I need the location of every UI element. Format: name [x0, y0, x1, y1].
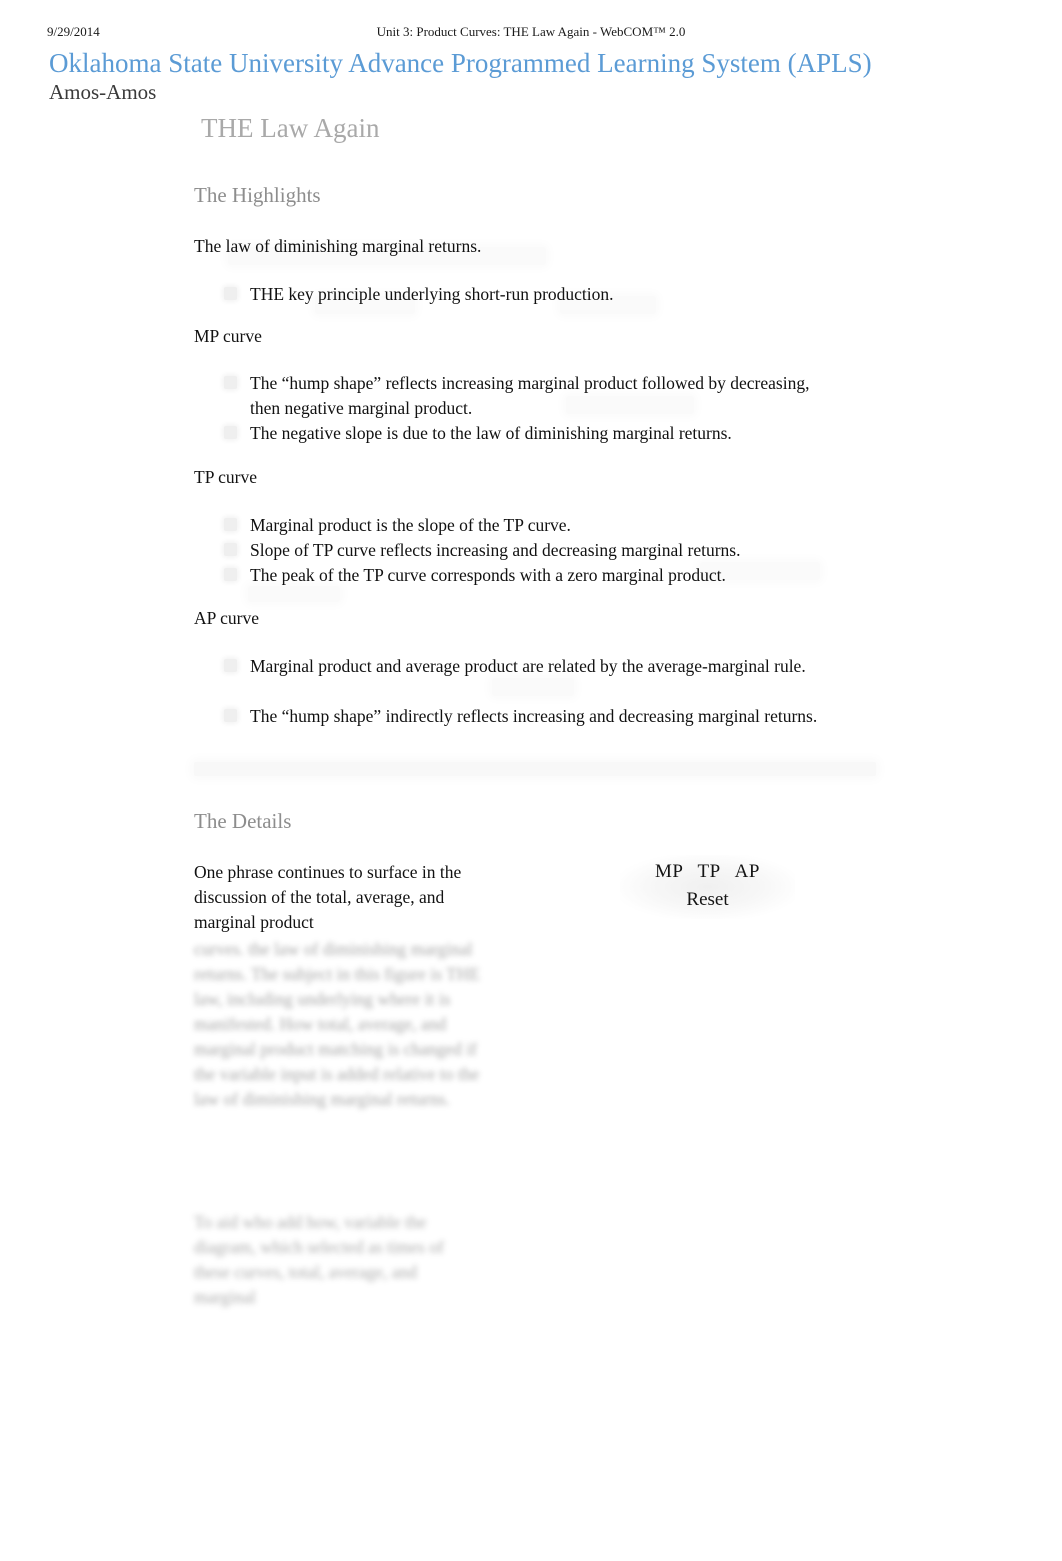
bullet-icon	[224, 543, 237, 556]
print-header: 9/29/2014 Unit 3: Product Curves: THE La…	[0, 24, 1062, 42]
curve-controls: MP TP AP Reset	[620, 855, 795, 919]
group-label-tp-curve: TP curve	[194, 467, 258, 487]
tp-button[interactable]: TP	[697, 861, 720, 882]
list-item-label: The “hump shape” reflects increasing mar…	[250, 373, 810, 418]
site-title: Oklahoma State University Advance Progra…	[49, 48, 872, 78]
mp-button[interactable]: MP	[655, 861, 683, 882]
list-item: THE key principle underlying short-run p…	[224, 282, 850, 307]
bullet-icon	[224, 709, 237, 722]
highlights-lead-text: The law of diminishing marginal returns.	[194, 236, 482, 256]
section-heading-highlights: The Highlights	[194, 183, 321, 207]
list-item: The peak of the TP curve corresponds wit…	[224, 563, 830, 588]
bullet-icon	[224, 518, 237, 531]
group-label-mp-curve: MP curve	[194, 326, 262, 346]
details-paragraph-blurred: curves. the law of diminishing marginal …	[194, 939, 481, 1109]
bullet-icon	[224, 659, 237, 672]
list-item-label: The negative slope is due to the law of …	[250, 423, 732, 443]
ghost-band-tp-2	[248, 586, 340, 602]
print-header-title: Unit 3: Product Curves: THE Law Again - …	[376, 24, 686, 39]
page-title: THE Law Again	[201, 113, 380, 143]
list-item-label: Marginal product and average product are…	[250, 656, 806, 676]
list-item-label: The “hump shape” indirectly reflects inc…	[250, 706, 818, 726]
list-item: The negative slope is due to the law of …	[224, 421, 830, 446]
list-item-label: Marginal product is the slope of the TP …	[250, 515, 571, 535]
list-item-label: The peak of the TP curve corresponds wit…	[250, 565, 726, 585]
list-item-label: Slope of TP curve reflects increasing an…	[250, 540, 741, 560]
curve-toggle-row: MP TP AP	[620, 861, 795, 883]
site-user-name: Amos-Amos	[49, 80, 157, 104]
list-item: The “hump shape” indirectly reflects inc…	[224, 704, 830, 729]
document-page: 9/29/2014 Unit 3: Product Curves: THE La…	[0, 0, 1062, 1561]
list-item: Marginal product and average product are…	[224, 654, 830, 679]
ap-button[interactable]: AP	[735, 861, 760, 882]
list-item: The “hump shape” reflects increasing mar…	[224, 371, 830, 421]
bullet-icon	[224, 426, 237, 439]
bullet-icon	[224, 287, 237, 300]
list-item-label: THE key principle underlying short-run p…	[250, 284, 614, 304]
reset-button[interactable]: Reset	[620, 889, 795, 911]
details-paragraph-visible: One phrase continues to surface in the d…	[194, 862, 462, 932]
list-item: Slope of TP curve reflects increasing an…	[224, 538, 830, 563]
bullet-icon	[224, 376, 237, 389]
section-heading-details: The Details	[194, 809, 292, 833]
details-paragraph-blurred-secondary: To aid who add how, variable the diagram…	[194, 1212, 444, 1307]
group-label-ap-curve: AP curve	[194, 608, 259, 628]
ghost-band-ap-1	[492, 678, 574, 696]
bullet-icon	[224, 568, 237, 581]
list-item: Marginal product is the slope of the TP …	[224, 513, 830, 538]
section-divider	[194, 762, 876, 776]
